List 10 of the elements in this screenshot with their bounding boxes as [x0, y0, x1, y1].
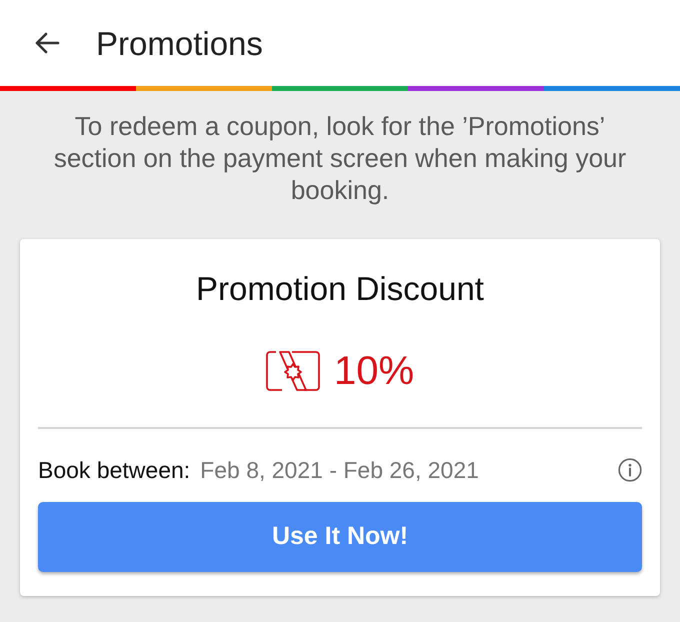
use-now-button[interactable]: Use It Now! [38, 502, 642, 572]
redeem-instructions: To redeem a coupon, look for the ’Promotions’ section on the payment screen when making your booking. [52, 110, 628, 206]
discount-value: 10% [334, 349, 414, 393]
info-icon[interactable] [618, 458, 642, 482]
promotion-title: Promotion Discount [196, 269, 484, 309]
page-title: Promotions [96, 26, 263, 60]
coupon-icon [266, 351, 320, 391]
booking-dates: Feb 8, 2021 - Feb 26, 2021 [200, 456, 479, 484]
back-arrow-icon[interactable] [34, 31, 60, 55]
book-between-label: Book between: [38, 456, 190, 484]
